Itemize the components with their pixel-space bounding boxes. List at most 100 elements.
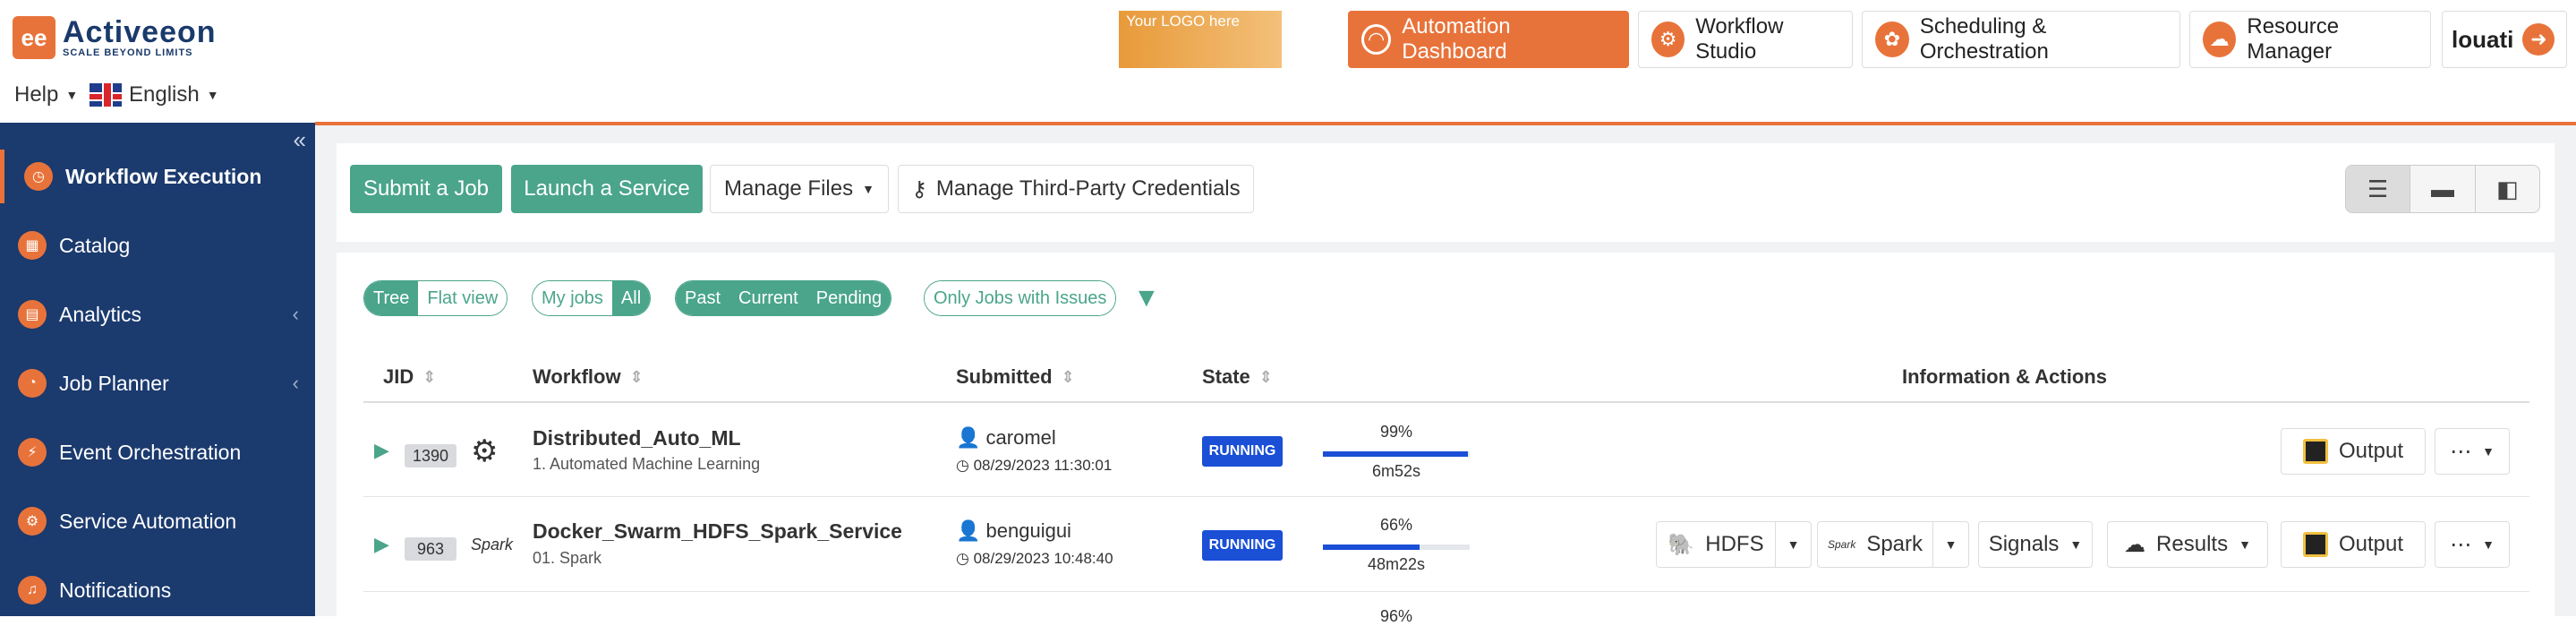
expand-row-icon[interactable]: ▶ — [374, 439, 389, 462]
output-button[interactable]: Output — [2281, 521, 2426, 568]
chevron-down-icon: ▼ — [2239, 537, 2251, 552]
hdfs-label: HDFS — [1705, 532, 1764, 556]
split-vertical-icon[interactable]: ◧ — [2476, 166, 2539, 212]
nav-resource-manager[interactable]: ☁ Resource Manager — [2189, 11, 2431, 68]
sidebar-item-workflow-execution[interactable]: ◷ Workflow Execution — [0, 150, 315, 203]
past-toggle[interactable]: Past — [676, 281, 730, 315]
sidebar-item-job-planner[interactable]: ◔ Job Planner ‹ — [0, 356, 315, 410]
column-header-submitted[interactable]: Submitted ⇕ — [956, 365, 1075, 389]
issues-toggle-group: Only Jobs with Issues — [924, 280, 1117, 316]
tree-view-toggle[interactable]: Tree — [364, 281, 419, 315]
cloud-download-icon: ☁ — [2124, 532, 2146, 557]
sidebar: « ◷ Workflow Execution ▦ Catalog ▤ Analy… — [0, 123, 315, 616]
key-icon: ⚷ — [911, 176, 927, 202]
language-selector[interactable]: English ▼ — [90, 82, 219, 107]
service-icon: ⚙ — [18, 507, 47, 536]
current-toggle[interactable]: Current — [729, 281, 807, 315]
manage-files-button[interactable]: Manage Files ▼ — [710, 165, 889, 213]
spark-label: Spark — [1866, 532, 1923, 556]
terminal-icon — [2302, 532, 2328, 557]
progress-bar — [1323, 545, 1470, 550]
progress-bar — [1323, 451, 1470, 457]
chevron-down-icon: ▼ — [2482, 444, 2495, 459]
nav-label: Scheduling & Orchestration — [1919, 14, 2049, 64]
more-actions-button[interactable]: ⋯ ▼ — [2435, 428, 2510, 475]
signals-label: Signals — [1988, 532, 2060, 556]
status-badge: RUNNING — [1202, 436, 1283, 467]
list-view-icon[interactable]: ☰ — [2346, 166, 2411, 212]
submitter: 👤 caromel — [956, 426, 1056, 450]
hdfs-dropdown-toggle[interactable]: ▼ — [1776, 521, 1812, 568]
submitted-date-text: 08/29/2023 10:48:40 — [973, 550, 1113, 567]
launch-service-button[interactable]: Launch a Service — [511, 165, 703, 213]
nav-workflow-studio[interactable]: ⚙ Workflow Studio — [1638, 11, 1853, 68]
sidebar-item-label: Service Automation — [59, 509, 237, 533]
sidebar-item-catalog[interactable]: ▦ Catalog — [0, 219, 315, 272]
spark-dropdown-toggle[interactable]: ▼ — [1933, 521, 1969, 568]
nav-scheduling-orchestration[interactable]: ✿ Scheduling & Orchestration — [1862, 11, 2180, 68]
submitted-date-text: 08/29/2023 11:30:01 — [973, 457, 1113, 474]
split-horizontal-icon[interactable]: ▬ — [2410, 166, 2476, 212]
progress-percent: 96% — [1379, 607, 1413, 625]
flat-view-toggle[interactable]: Flat view — [418, 281, 508, 315]
column-header-jid[interactable]: JID ⇕ — [383, 365, 436, 389]
activeeon-logo-icon: ee — [13, 16, 55, 59]
spark-button[interactable]: Spark Spark — [1817, 521, 1933, 568]
analytics-icon: ▤ — [18, 300, 47, 329]
help-menu[interactable]: Help ▼ — [14, 82, 78, 107]
my-jobs-toggle[interactable]: My jobs — [533, 281, 612, 315]
expand-row-icon[interactable]: ▶ — [374, 533, 389, 556]
column-header-label: JID — [383, 365, 414, 388]
workflow-bucket: 01. Spark — [533, 549, 602, 567]
ellipsis-icon: ⋯ — [2450, 532, 2472, 557]
nav-label: Resource Manager — [2247, 14, 2340, 64]
sort-icon: ⇕ — [1258, 367, 1273, 386]
job-id-badge: 963 — [405, 537, 456, 561]
filter-icon[interactable]: ▼ — [1133, 283, 1164, 313]
sidebar-item-event-orchestration[interactable]: ⚡ Event Orchestration — [0, 425, 315, 479]
manage-credentials-button[interactable]: ⚷ Manage Third-Party Credentials — [898, 165, 1254, 213]
workflow-name[interactable]: Docker_Swarm_HDFS_Spark_Service — [533, 519, 902, 544]
nav-label: Workflow Studio — [1695, 14, 1784, 64]
ellipsis-icon: ⋯ — [2450, 439, 2472, 464]
workflow-name[interactable]: Distributed_Auto_ML — [533, 426, 741, 450]
clock-icon: ◷ — [956, 457, 974, 474]
all-jobs-toggle[interactable]: All — [611, 281, 651, 315]
top-header: ee Activeeon SCALE BEYOND LIMITS Help ▼ E… — [0, 0, 2576, 123]
uk-flag-icon — [90, 83, 122, 107]
progress-percent: 66% — [1379, 516, 1413, 534]
status-toggle: Past Current Pending — [675, 280, 892, 316]
sort-icon: ⇕ — [1061, 367, 1075, 386]
output-button[interactable]: Output — [2281, 428, 2426, 475]
user-menu[interactable]: louati ➜ — [2442, 11, 2567, 68]
view-mode-toggle: ☰ ▬ ◧ — [2345, 165, 2540, 213]
output-label: Output — [2338, 439, 2404, 463]
signals-button[interactable]: Signals ▼ — [1978, 521, 2093, 568]
column-header-state[interactable]: State ⇕ — [1202, 365, 1273, 389]
cloud-icon: ☁ — [2203, 21, 2237, 57]
submitter-name: caromel — [985, 426, 1056, 449]
nav-label: Automation Dashboard — [1402, 14, 1511, 64]
logout-icon[interactable]: ➜ — [2522, 23, 2555, 56]
column-header-workflow[interactable]: Workflow ⇕ — [533, 365, 644, 389]
results-button[interactable]: ☁ Results ▼ — [2107, 521, 2268, 568]
sidebar-item-notifications[interactable]: ♫ Notifications — [0, 563, 315, 617]
sidebar-item-service-automation[interactable]: ⚙ Service Automation — [0, 494, 315, 548]
clock-icon: ◔ — [18, 369, 47, 398]
job-duration: 48m22s — [1367, 555, 1426, 573]
more-actions-button[interactable]: ⋯ ▼ — [2435, 521, 2510, 568]
activeeon-logo[interactable]: ee Activeeon SCALE BEYOND LIMITS — [13, 16, 217, 59]
sort-icon: ⇕ — [629, 367, 644, 386]
row-divider — [363, 496, 2529, 497]
only-issues-toggle[interactable]: Only Jobs with Issues — [925, 281, 1116, 315]
nav-automation-dashboard[interactable]: ◠ Automation Dashboard — [1348, 11, 1629, 68]
output-label: Output — [2338, 532, 2404, 556]
chevron-down-icon: ▼ — [2069, 537, 2083, 552]
sidebar-item-label: Notifications — [59, 578, 172, 602]
submit-job-button[interactable]: Submit a Job — [350, 165, 502, 213]
tree-flat-toggle: Tree Flat view — [363, 280, 508, 316]
pending-toggle[interactable]: Pending — [806, 281, 891, 315]
column-header-label: Submitted — [956, 365, 1053, 388]
sidebar-item-analytics[interactable]: ▤ Analytics ‹ — [0, 287, 315, 341]
hdfs-button[interactable]: 🐘 HDFS — [1656, 521, 1776, 568]
